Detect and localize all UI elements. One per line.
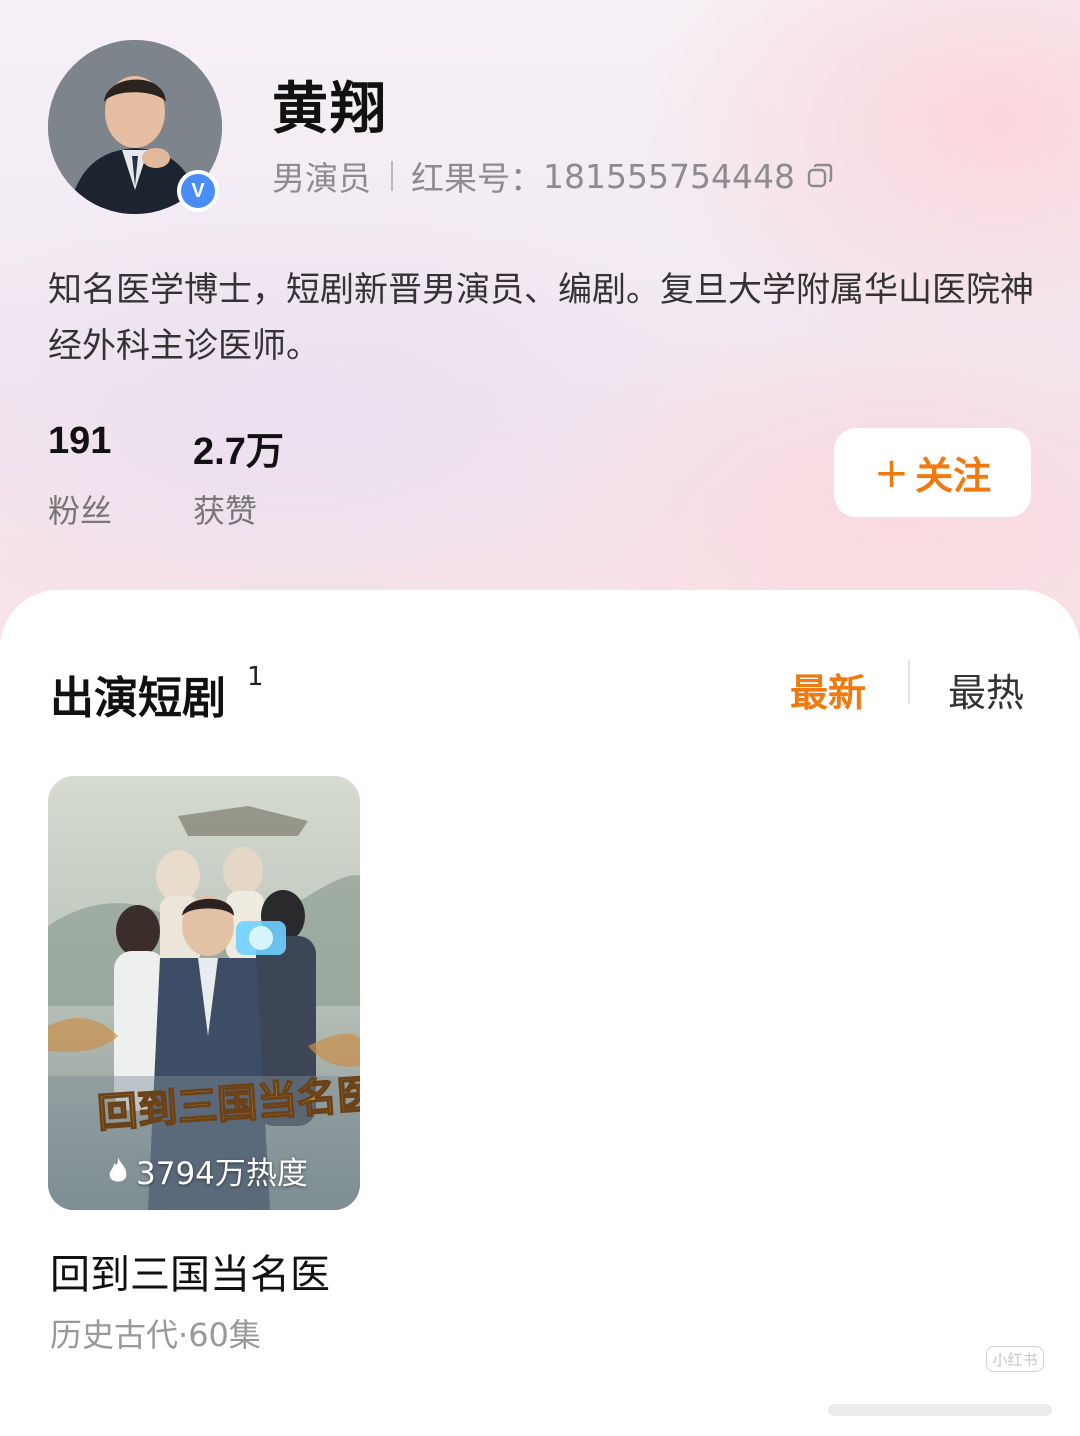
flame-icon bbox=[106, 1155, 130, 1185]
profile-name: 黄翔 bbox=[272, 77, 388, 142]
section-title: 出演短剧 bbox=[50, 673, 226, 724]
sort-newest-tab[interactable]: 最新 bbox=[790, 662, 866, 717]
follow-label: 关注 bbox=[915, 454, 992, 498]
drama-genre: 历史古代 bbox=[50, 1316, 179, 1354]
copy-icon[interactable] bbox=[805, 161, 835, 191]
watermark-logo: 小红书 bbox=[986, 1346, 1044, 1372]
meta-divider bbox=[391, 161, 393, 191]
stat-fans[interactable]: 191 粉丝 bbox=[48, 420, 112, 532]
drama-poster[interactable]: 回到三国当名医 bbox=[48, 776, 360, 1210]
profile-id-label: 红果号： bbox=[411, 159, 543, 198]
sort-divider bbox=[908, 660, 910, 704]
drama-episodes: 60集 bbox=[188, 1316, 261, 1354]
watermark-id-bar bbox=[828, 1404, 1052, 1416]
profile-meta: 男演员 红果号： 181555754448 bbox=[272, 154, 835, 198]
meta-dot: · bbox=[178, 1316, 189, 1354]
section-count: 1 bbox=[247, 662, 264, 692]
verified-mark: V bbox=[191, 179, 205, 202]
sort-hottest-tab[interactable]: 最热 bbox=[948, 662, 1024, 717]
fans-count: 191 bbox=[48, 420, 112, 462]
profile-id-value: 181555754448 bbox=[543, 156, 795, 196]
profile-bio: 知名医学博士，短剧新晋男演员、编剧。复旦大学附属华山医院神经外科主诊医师。 bbox=[48, 270, 1034, 366]
follow-button[interactable]: + 关注 bbox=[834, 428, 1031, 517]
watermark-text: 小红书 bbox=[992, 1350, 1038, 1369]
drama-heat: 3794万热度 bbox=[106, 1150, 308, 1192]
stat-likes[interactable]: 2.7万 获赞 bbox=[193, 420, 284, 532]
verified-badge-icon: V bbox=[177, 170, 219, 212]
drama-title[interactable]: 回到三国当名医 bbox=[50, 1242, 330, 1300]
likes-label: 获赞 bbox=[193, 492, 258, 530]
fans-label: 粉丝 bbox=[48, 492, 113, 530]
drama-meta: 历史古代·60集 bbox=[50, 1310, 261, 1356]
likes-count: 2.7万 bbox=[193, 431, 284, 473]
heat-value: 3794万热度 bbox=[136, 1155, 308, 1192]
profile-role: 男演员 bbox=[272, 159, 371, 198]
plus-icon: + bbox=[873, 448, 910, 497]
